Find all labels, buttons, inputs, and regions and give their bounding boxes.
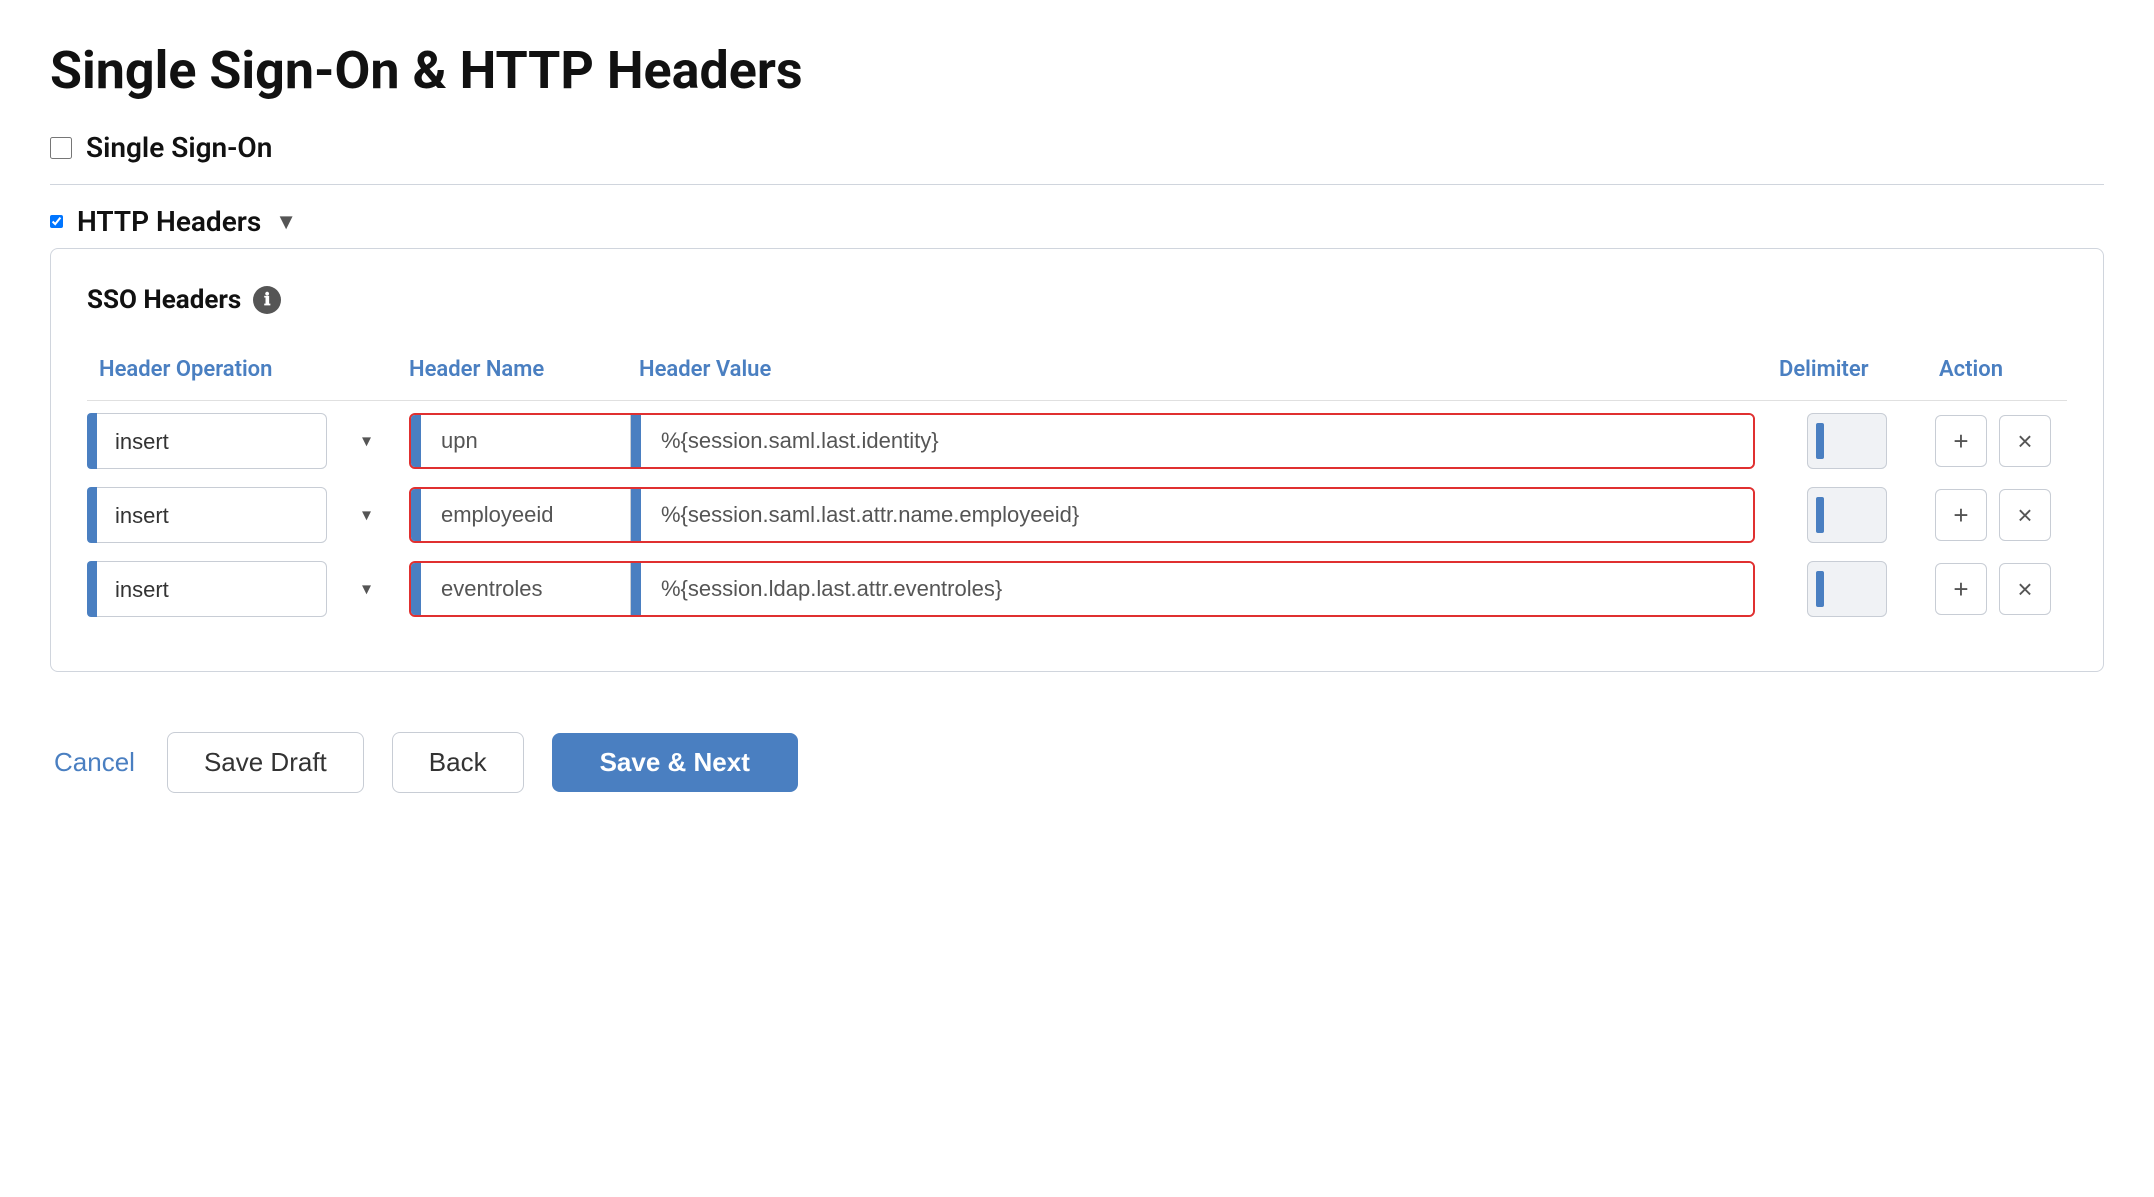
- delimiter-bar-2: [1816, 497, 1824, 533]
- name-blue-bar-1: [411, 413, 421, 469]
- table-row: insert ▾ + ×: [87, 487, 2067, 543]
- sso-checkbox[interactable]: [50, 137, 72, 159]
- delimiter-box-3: [1807, 561, 1887, 617]
- row2-fields: [409, 487, 1755, 543]
- delimiter-cell-3: [1767, 561, 1927, 617]
- operation-select-2[interactable]: insert: [97, 487, 327, 543]
- delimiter-box-2: [1807, 487, 1887, 543]
- select-arrow-icon-1: ▾: [362, 431, 371, 452]
- select-blue-bar-1: [87, 413, 97, 469]
- select-arrow-icon-3: ▾: [362, 579, 371, 600]
- operation-select-1[interactable]: insert: [97, 413, 327, 469]
- operation-select-wrapper-1: insert ▾: [87, 413, 385, 469]
- row3-fields: [409, 561, 1755, 617]
- table-header: Header Operation Header Name Header Valu…: [87, 339, 2067, 401]
- http-headers-chevron-icon[interactable]: ▼: [275, 209, 297, 235]
- header-value-input-2[interactable]: [641, 487, 1753, 543]
- http-headers-row: HTTP Headers ▼: [50, 205, 2104, 238]
- action-cell-2: + ×: [1927, 489, 2067, 541]
- action-cell-3: + ×: [1927, 563, 2067, 615]
- section-divider: [50, 184, 2104, 185]
- add-row-button-2[interactable]: +: [1935, 489, 1987, 541]
- select-blue-bar-3: [87, 561, 97, 617]
- delimiter-cell-2: [1767, 487, 1927, 543]
- header-value-input-1[interactable]: [641, 413, 1753, 469]
- row1-fields: [409, 413, 1755, 469]
- operation-select-wrapper-3: insert ▾: [87, 561, 385, 617]
- value-blue-bar-2: [631, 487, 641, 543]
- remove-row-button-2[interactable]: ×: [1999, 489, 2051, 541]
- remove-row-button-1[interactable]: ×: [1999, 415, 2051, 467]
- http-headers-section: SSO Headers ℹ Header Operation Header Na…: [50, 248, 2104, 672]
- sso-headers-table: Header Operation Header Name Header Valu…: [87, 339, 2067, 617]
- sso-headers-title-row: SSO Headers ℹ: [87, 285, 2067, 315]
- name-blue-bar-3: [411, 561, 421, 617]
- table-row: insert ▾ + ×: [87, 561, 2067, 617]
- sso-label: Single Sign-On: [86, 131, 272, 164]
- operation-select-3[interactable]: insert: [97, 561, 327, 617]
- value-blue-bar-1: [631, 413, 641, 469]
- operation-cell-1: insert ▾: [87, 413, 397, 469]
- footer-buttons: Cancel Save Draft Back Save & Next: [50, 732, 2104, 793]
- header-name-input-2[interactable]: [421, 487, 631, 543]
- add-row-button-3[interactable]: +: [1935, 563, 1987, 615]
- sso-headers-title: SSO Headers: [87, 285, 241, 315]
- delimiter-bar-3: [1816, 571, 1824, 607]
- col-header-delimiter: Delimiter: [1767, 349, 1927, 390]
- header-name-input-3[interactable]: [421, 561, 631, 617]
- value-blue-bar-3: [631, 561, 641, 617]
- select-blue-bar-2: [87, 487, 97, 543]
- save-draft-button[interactable]: Save Draft: [167, 732, 364, 793]
- col-header-action: Action: [1927, 349, 2067, 390]
- col-header-value: Header Value: [627, 349, 1767, 390]
- select-arrow-icon-2: ▾: [362, 505, 371, 526]
- operation-cell-2: insert ▾: [87, 487, 397, 543]
- http-headers-checkbox[interactable]: [50, 215, 63, 228]
- http-headers-label: HTTP Headers: [77, 205, 261, 238]
- name-blue-bar-2: [411, 487, 421, 543]
- delimiter-cell-1: [1767, 413, 1927, 469]
- add-row-button-1[interactable]: +: [1935, 415, 1987, 467]
- info-icon[interactable]: ℹ: [253, 286, 281, 314]
- sso-section: Single Sign-On: [50, 131, 2104, 164]
- col-header-name: Header Name: [397, 349, 627, 390]
- save-next-button[interactable]: Save & Next: [552, 733, 798, 792]
- header-name-input-1[interactable]: [421, 413, 631, 469]
- operation-cell-3: insert ▾: [87, 561, 397, 617]
- action-cell-1: + ×: [1927, 415, 2067, 467]
- page-title: Single Sign-On & HTTP Headers: [50, 40, 2104, 101]
- delimiter-box-1: [1807, 413, 1887, 469]
- cancel-button[interactable]: Cancel: [50, 733, 139, 792]
- header-value-input-3[interactable]: [641, 561, 1753, 617]
- remove-row-button-3[interactable]: ×: [1999, 563, 2051, 615]
- table-row: insert ▾ + ×: [87, 413, 2067, 469]
- col-header-operation: Header Operation: [87, 349, 397, 390]
- operation-select-wrapper-2: insert ▾: [87, 487, 385, 543]
- delimiter-bar-1: [1816, 423, 1824, 459]
- back-button[interactable]: Back: [392, 732, 524, 793]
